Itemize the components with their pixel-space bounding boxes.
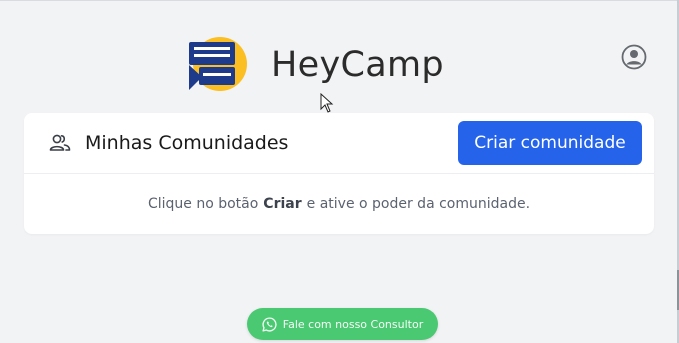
create-community-button[interactable]: Criar comunidade — [458, 121, 642, 165]
mouse-cursor-icon — [320, 92, 334, 113]
user-circle-icon[interactable] — [621, 44, 647, 70]
communities-title: Minhas Comunidades — [85, 132, 289, 154]
empty-message-suffix: e ative o poder da comunidade. — [306, 196, 531, 212]
communities-card: Minhas Comunidades Criar comunidade Cliq… — [24, 113, 654, 234]
communities-card-header: Minhas Comunidades Criar comunidade — [24, 113, 654, 174]
contact-consultant-label: Fale com nosso Consultor — [282, 317, 424, 331]
whatsapp-icon — [262, 316, 277, 332]
empty-message-emphasis: Criar — [263, 196, 302, 212]
users-icon — [49, 133, 71, 153]
empty-state-message: Clique no botão Criar e ative o poder da… — [24, 174, 654, 234]
chat-bubble-logo-icon — [188, 36, 248, 94]
brand-header: HeyCamp — [188, 36, 444, 94]
empty-message-prefix: Clique no botão — [147, 196, 259, 212]
window-top-border — [0, 0, 679, 1]
brand-name: HeyCamp — [271, 45, 444, 85]
contact-consultant-button[interactable]: Fale com nosso Consultor — [247, 308, 438, 340]
